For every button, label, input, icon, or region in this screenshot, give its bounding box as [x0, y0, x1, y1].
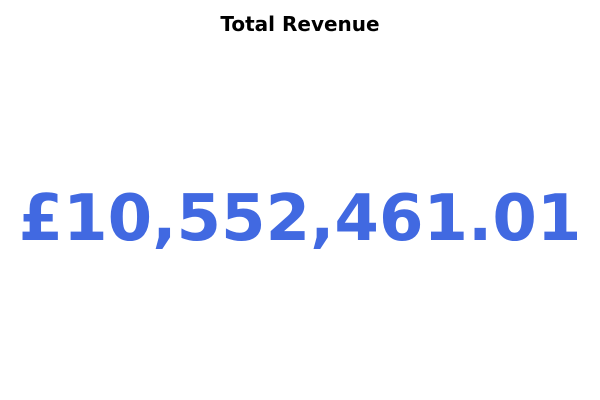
kpi-card: Total Revenue £10,552,461.01 — [0, 0, 600, 400]
kpi-value: £10,552,461.01 — [18, 182, 582, 256]
kpi-title: Total Revenue — [220, 12, 380, 36]
